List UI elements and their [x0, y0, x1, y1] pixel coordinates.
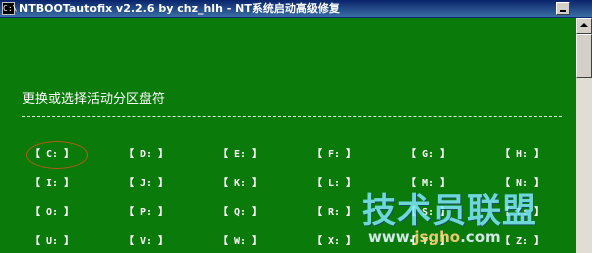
- bracket-open: 【: [218, 236, 228, 247]
- drive-option-x[interactable]: 【 X: 】: [312, 235, 356, 249]
- drive-option-o[interactable]: 【 O: 】: [30, 206, 74, 220]
- watermark-url-prefix: www.: [368, 228, 415, 246]
- drive-option-j[interactable]: 【 J: 】: [124, 177, 168, 191]
- bracket-close: 】: [158, 236, 169, 247]
- bracket-close: 】: [252, 207, 263, 218]
- bracket-close: 】: [346, 207, 357, 218]
- bracket-open: 【: [124, 178, 134, 189]
- bracket-open: 【: [30, 207, 40, 218]
- bracket-close: 】: [346, 149, 357, 160]
- drive-option-h[interactable]: 【 H: 】: [500, 148, 544, 162]
- drive-option-l[interactable]: 【 L: 】: [312, 177, 356, 191]
- bracket-open: 【: [312, 236, 322, 247]
- console-icon[interactable]: C:\: [2, 2, 17, 15]
- bracket-open: 【: [218, 207, 228, 218]
- drive-letter: F:: [322, 149, 347, 160]
- bracket-open: 【: [124, 149, 134, 160]
- drive-option-i[interactable]: 【 I: 】: [30, 177, 74, 191]
- bracket-close: 】: [346, 236, 357, 247]
- drive-letter: K:: [228, 178, 253, 189]
- drive-letter: G:: [416, 149, 441, 160]
- title-bar[interactable]: C:\ NTBOOTautofix v2.2.6 by chz_hlh - NT…: [0, 0, 592, 18]
- drive-option-e[interactable]: 【 E: 】: [218, 148, 262, 162]
- bracket-close: 】: [252, 178, 263, 189]
- bracket-close: 】: [64, 207, 75, 218]
- bracket-open: 【: [312, 178, 322, 189]
- selected-drive-highlight: [26, 141, 88, 169]
- bracket-open: 【: [218, 149, 228, 160]
- bracket-open: 【: [500, 149, 510, 160]
- drive-letter: Q:: [228, 207, 253, 218]
- drive-letter: U:: [40, 236, 65, 247]
- scroll-up-button[interactable]: [576, 18, 592, 34]
- bracket-open: 【: [406, 149, 416, 160]
- drive-letter: H:: [510, 149, 535, 160]
- bracket-close: 】: [64, 236, 75, 247]
- separator-line: [22, 116, 562, 117]
- drive-option-k[interactable]: 【 K: 】: [218, 177, 262, 191]
- bracket-close: 】: [534, 236, 545, 247]
- drive-letter: X:: [322, 236, 347, 247]
- bracket-open: 【: [500, 236, 510, 247]
- minimize-button[interactable]: [556, 2, 570, 15]
- bracket-open: 【: [312, 207, 322, 218]
- vertical-scrollbar[interactable]: [576, 18, 592, 253]
- drive-letter: V:: [134, 236, 159, 247]
- window-title: NTBOOTautofix v2.2.6 by chz_hlh - NT系统启动…: [19, 2, 340, 15]
- drive-option-g[interactable]: 【 G: 】: [406, 148, 450, 162]
- drive-letter: O:: [40, 207, 65, 218]
- drive-option-u[interactable]: 【 U: 】: [30, 235, 74, 249]
- drive-option-q[interactable]: 【 Q: 】: [218, 206, 262, 220]
- drive-letter: P:: [134, 207, 159, 218]
- drive-option-v[interactable]: 【 V: 】: [124, 235, 168, 249]
- drive-letter: D:: [134, 149, 159, 160]
- bracket-close: 】: [158, 178, 169, 189]
- page-title: 更换或选择活动分区盘符: [22, 92, 166, 107]
- bracket-open: 【: [124, 207, 134, 218]
- drive-option-w[interactable]: 【 W: 】: [218, 235, 262, 249]
- bracket-close: 】: [534, 149, 545, 160]
- bracket-open: 【: [124, 236, 134, 247]
- bracket-open: 【: [30, 236, 40, 247]
- drive-letter: E:: [228, 149, 253, 160]
- bracket-open: 【: [30, 178, 40, 189]
- drive-letter: R:: [322, 207, 347, 218]
- drive-option-z[interactable]: 【 Z: 】: [500, 235, 544, 249]
- drive-letter: I:: [40, 178, 65, 189]
- drive-letter: J:: [134, 178, 159, 189]
- bracket-close: 】: [158, 207, 169, 218]
- drive-option-p[interactable]: 【 P: 】: [124, 206, 168, 220]
- bracket-close: 】: [440, 149, 451, 160]
- bracket-close: 】: [252, 236, 263, 247]
- bracket-close: 】: [64, 178, 75, 189]
- watermark-logo: 技术员联盟: [362, 191, 537, 231]
- watermark-url: www.jsgho.com: [368, 228, 501, 246]
- drive-option-d[interactable]: 【 D: 】: [124, 148, 168, 162]
- drive-option-f[interactable]: 【 F: 】: [312, 148, 356, 162]
- drive-option-r[interactable]: 【 R: 】: [312, 206, 356, 220]
- bracket-open: 【: [218, 178, 228, 189]
- bracket-open: 【: [312, 149, 322, 160]
- drive-letter: L:: [322, 178, 347, 189]
- drive-letter: W:: [228, 236, 253, 247]
- watermark-url-domain: jsgho: [414, 228, 461, 246]
- drive-letter: Z:: [510, 236, 535, 247]
- watermark-url-suffix: .com: [460, 228, 501, 246]
- bracket-close: 】: [252, 149, 263, 160]
- bracket-close: 】: [158, 149, 169, 160]
- bracket-close: 】: [346, 178, 357, 189]
- scroll-thumb[interactable]: [576, 34, 592, 78]
